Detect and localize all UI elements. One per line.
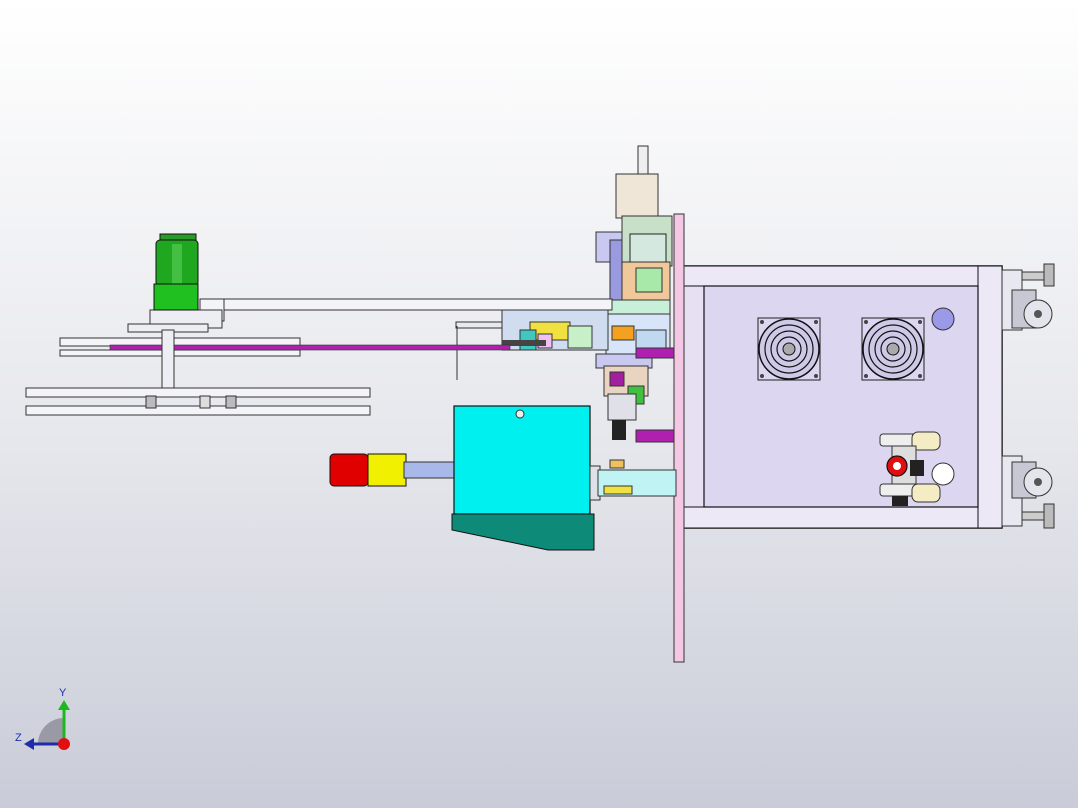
fan-right	[861, 317, 925, 381]
coordinate-triad	[24, 700, 70, 750]
main-arm-bar	[199, 298, 613, 311]
caster-bottom	[1001, 455, 1055, 529]
triad-y-label: Y	[59, 687, 67, 699]
tower-light-yellow	[367, 453, 407, 487]
cabinet-right-post	[977, 265, 1003, 529]
cyan-enclosure	[453, 405, 591, 515]
upper-mechanism	[595, 145, 675, 443]
cabinet	[679, 265, 1003, 529]
cad-viewport[interactable]: Y Z	[0, 0, 1078, 808]
tower-light-red	[329, 453, 369, 487]
cabinet-bottom-rail	[679, 506, 1003, 529]
enclosure-base	[451, 513, 595, 551]
triad-y-arrow	[58, 700, 70, 710]
fan-left	[757, 317, 821, 381]
indicator-lamp-blue	[931, 307, 955, 331]
triad-z-arrow	[24, 738, 34, 750]
triad-x-axis	[58, 738, 70, 750]
mounting-plate	[673, 213, 685, 663]
drive-motor	[153, 233, 199, 311]
pulley-assembly	[25, 329, 511, 416]
cabinet-top-rail	[679, 265, 1003, 287]
triad-z-label: Z	[15, 732, 22, 744]
machine-assembly-side-view	[24, 145, 1055, 750]
tower-light-stem	[403, 461, 457, 479]
caster-top	[1001, 263, 1055, 331]
stepper-motor	[629, 233, 667, 265]
indicator-lamp-white	[931, 462, 955, 486]
